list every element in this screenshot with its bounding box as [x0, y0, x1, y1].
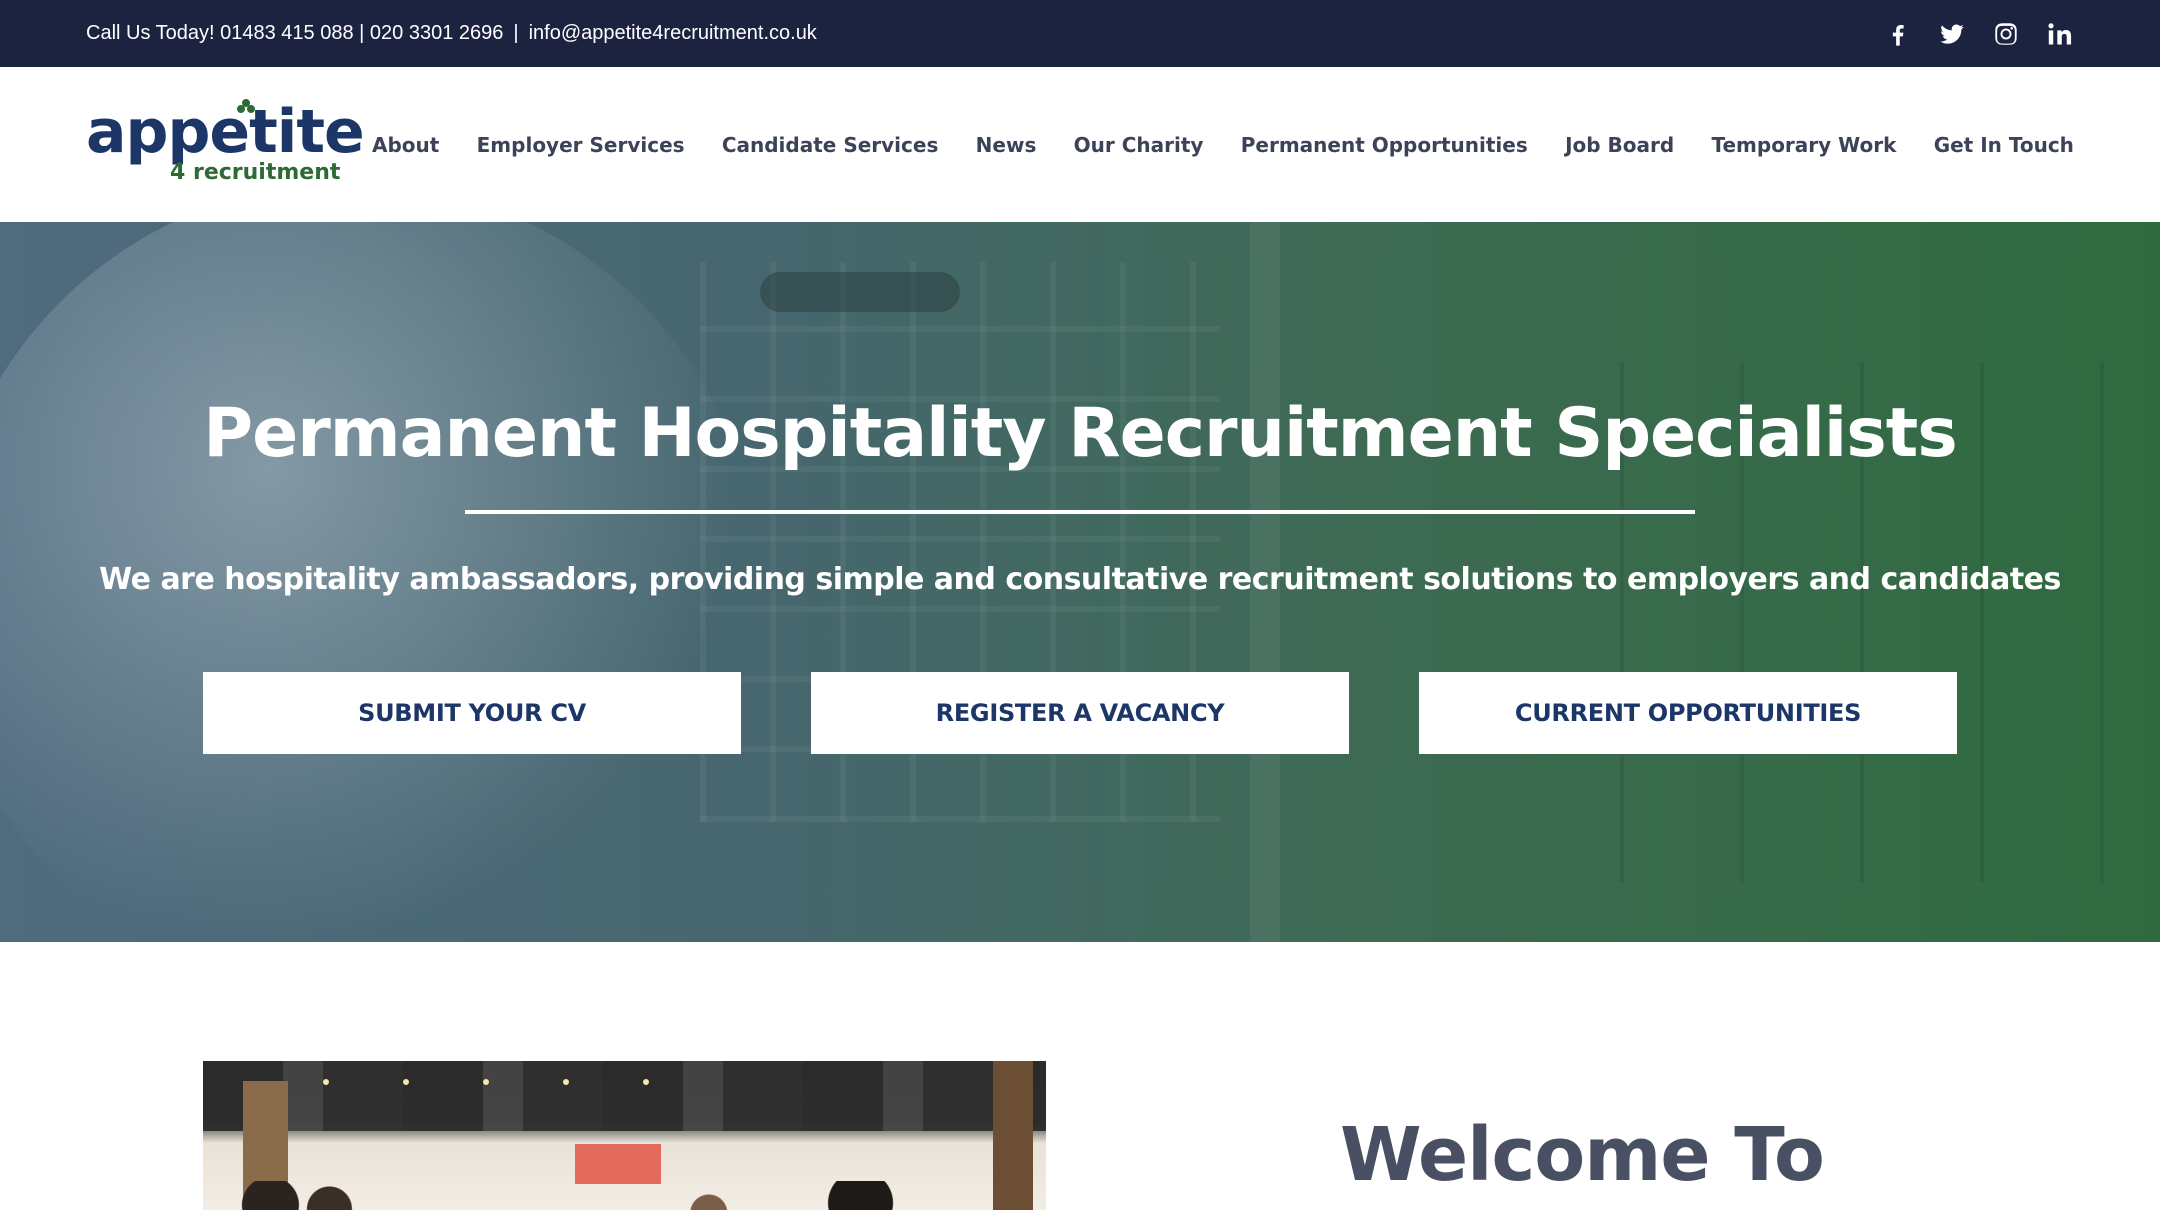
submit-cv-button[interactable]: SUBMIT YOUR CV [203, 672, 741, 754]
register-vacancy-button[interactable]: REGISTER A VACANCY [811, 672, 1349, 754]
contact-info: Call Us Today! 01483 415 088 | 020 3301 … [86, 22, 817, 45]
nav-news[interactable]: News [976, 133, 1037, 157]
welcome-title: Welcome To [1340, 1112, 1825, 1198]
hero-banner: Permanent Hospitality Recruitment Specia… [0, 222, 2160, 942]
nav-permanent-opportunities[interactable]: Permanent Opportunities [1241, 133, 1528, 157]
social-links [1884, 20, 2074, 48]
nav-employer-services[interactable]: Employer Services [477, 133, 685, 157]
site-logo[interactable]: appetite 4 recruitment [86, 98, 365, 190]
facebook-icon[interactable] [1884, 20, 1912, 48]
nav-temporary-work[interactable]: Temporary Work [1711, 133, 1896, 157]
nav-about[interactable]: About [372, 133, 439, 157]
hero-title: Permanent Hospitality Recruitment Specia… [203, 394, 1957, 473]
hero-tagline: We are hospitality ambassadors, providin… [99, 562, 2061, 597]
linkedin-icon[interactable] [2046, 20, 2074, 48]
shamrock-icon [237, 98, 255, 113]
contact-separator: | [513, 22, 519, 44]
logo-wordmark: appetite [86, 96, 365, 167]
current-opportunities-button[interactable]: CURRENT OPPORTUNITIES [1419, 672, 1957, 754]
hero-divider [465, 510, 1695, 514]
nav-get-in-touch[interactable]: Get In Touch [1934, 133, 2074, 157]
twitter-icon[interactable] [1938, 20, 1966, 48]
nav-our-charity[interactable]: Our Charity [1074, 133, 1204, 157]
nav-candidate-services[interactable]: Candidate Services [722, 133, 939, 157]
site-header: appetite 4 recruitment About Employer Se… [0, 67, 2160, 222]
email-link[interactable]: info@appetite4recruitment.co.uk [529, 22, 817, 45]
main-nav: About Employer Services Candidate Servic… [372, 133, 2074, 157]
top-bar: Call Us Today! 01483 415 088 | 020 3301 … [0, 0, 2160, 67]
contact-phones: Call Us Today! 01483 415 088 | 020 3301 … [86, 22, 504, 44]
nav-job-board[interactable]: Job Board [1565, 133, 1674, 157]
hero-background-bottles [760, 272, 960, 312]
instagram-icon[interactable] [1992, 20, 2020, 48]
welcome-image [203, 1061, 1046, 1210]
logo-subtitle: 4 recruitment [170, 159, 341, 185]
